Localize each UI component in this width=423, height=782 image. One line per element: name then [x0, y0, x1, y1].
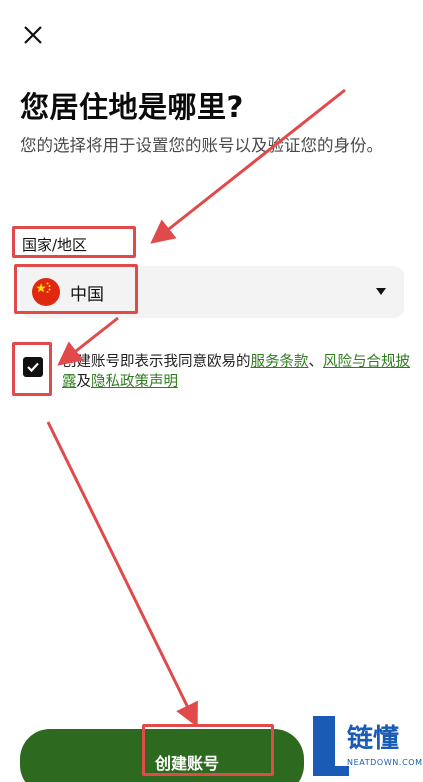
china-flag-icon	[32, 278, 60, 306]
agreement-separator: 、	[308, 354, 324, 370]
create-account-label: 创建账号	[155, 754, 220, 773]
checkmark-icon	[27, 362, 39, 373]
watermark-mark-icon	[313, 716, 349, 776]
watermark-site: NEATDOWN.COM	[347, 758, 423, 767]
annotation-arrow-3	[46, 421, 198, 728]
country-select[interactable]: 中国	[20, 266, 404, 318]
country-value: 中国	[70, 285, 104, 305]
caret-down-icon	[376, 288, 386, 295]
agreement-text: 创建账号即表示我同意欧易的服务条款、风险与合规披露及隐私政策声明	[62, 352, 412, 392]
privacy-policy-link[interactable]: 隐私政策声明	[91, 374, 178, 390]
agreement-checkbox[interactable]	[23, 357, 43, 377]
terms-of-service-link[interactable]: 服务条款	[251, 354, 309, 370]
watermark-logo: 链懂 NEATDOWN.COM	[305, 712, 423, 782]
close-button[interactable]	[20, 22, 46, 48]
country-field-label: 国家/地区	[22, 236, 88, 254]
watermark-name: 链懂	[347, 724, 400, 754]
page-title: 您居住地是哪里?	[20, 90, 244, 124]
page-subtitle: 您的选择将用于设置您的账号以及验证您的身份。	[20, 136, 383, 155]
agreement-separator: 及	[76, 374, 92, 390]
agreement-prefix: 创建账号即表示我同意欧易的	[62, 354, 251, 370]
close-icon	[24, 26, 42, 44]
